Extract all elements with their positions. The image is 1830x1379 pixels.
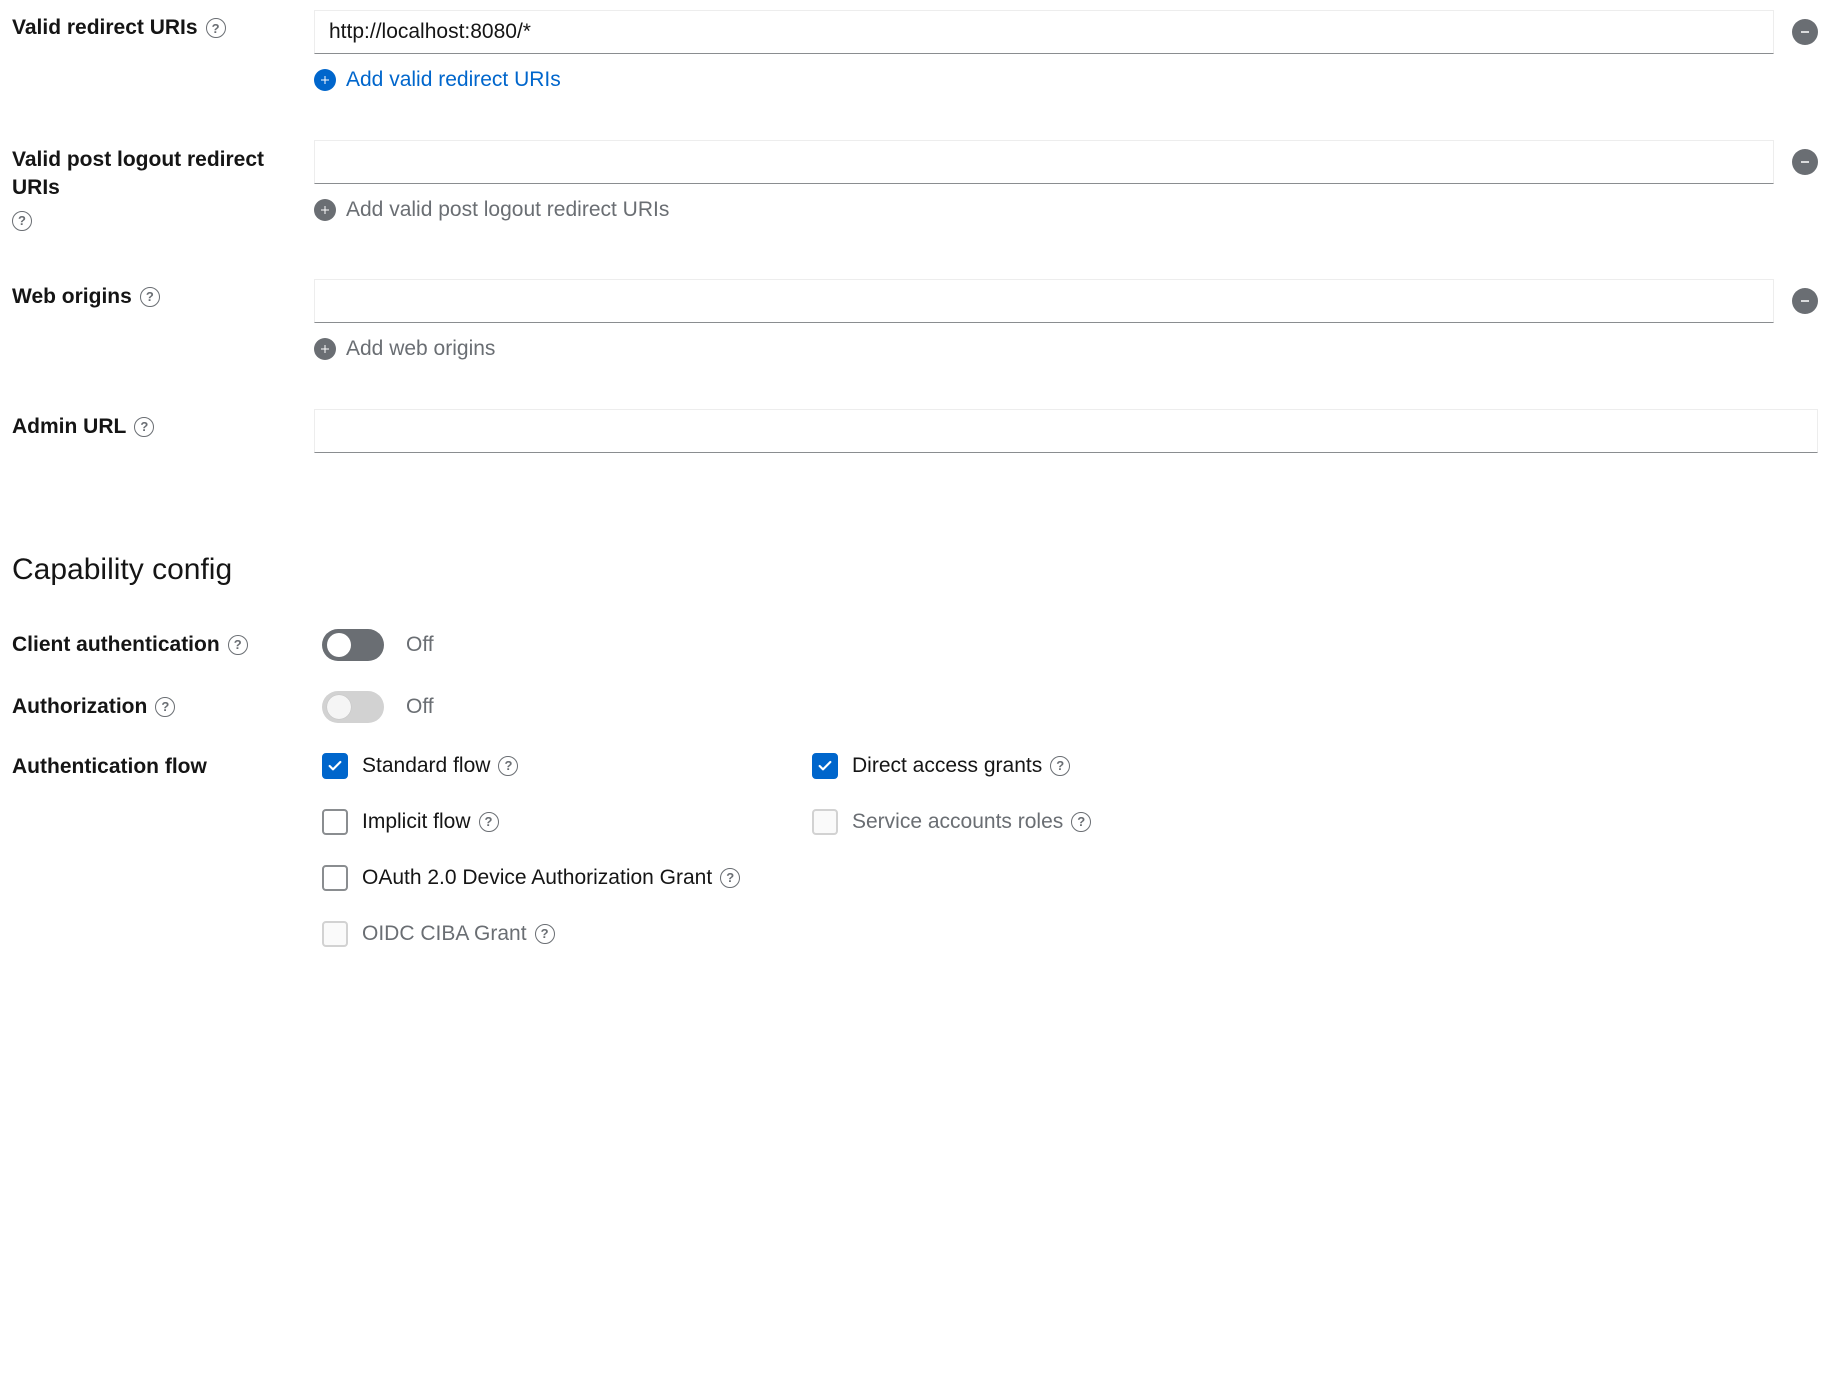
label-text: Direct access grants bbox=[852, 754, 1042, 778]
flow-label: Standard flow bbox=[362, 754, 518, 778]
switch-knob bbox=[327, 633, 351, 657]
minus-icon bbox=[1799, 26, 1811, 38]
help-icon[interactable] bbox=[720, 868, 740, 888]
authorization-row: Authorization Off bbox=[12, 691, 1818, 723]
add-valid-redirect-uris-button[interactable]: Add valid redirect URIs bbox=[314, 68, 1818, 92]
direct-access-grants-checkbox[interactable] bbox=[812, 753, 838, 779]
service-accounts-roles-checkbox bbox=[812, 809, 838, 835]
remove-post-logout-uri-button[interactable] bbox=[1792, 149, 1818, 175]
implicit-flow-option: Implicit flow bbox=[322, 809, 812, 835]
help-icon[interactable] bbox=[535, 924, 555, 944]
input-line bbox=[314, 140, 1818, 184]
input-col: Add web origins bbox=[314, 279, 1818, 361]
web-origins-input[interactable] bbox=[314, 279, 1774, 323]
plus-circle-icon bbox=[314, 338, 336, 360]
label-web-origins: Web origins bbox=[12, 279, 314, 309]
add-valid-post-logout-redirect-uris-button[interactable]: Add valid post logout redirect URIs bbox=[314, 198, 1818, 222]
flow-label: Direct access grants bbox=[852, 754, 1070, 778]
valid-redirect-uris-input[interactable] bbox=[314, 10, 1774, 54]
input-line bbox=[314, 10, 1818, 54]
help-icon[interactable] bbox=[140, 287, 160, 307]
flow-label: OAuth 2.0 Device Authorization Grant bbox=[362, 866, 740, 890]
implicit-flow-checkbox[interactable] bbox=[322, 809, 348, 835]
check-icon bbox=[817, 758, 833, 774]
label-text: Implicit flow bbox=[362, 810, 471, 834]
input-col bbox=[314, 409, 1818, 453]
label-text: Service accounts roles bbox=[852, 810, 1063, 834]
help-icon[interactable] bbox=[206, 18, 226, 38]
oauth-device-auth-grant-option: OAuth 2.0 Device Authorization Grant bbox=[322, 865, 1091, 891]
label-valid-redirect-uris: Valid redirect URIs bbox=[12, 10, 314, 40]
check-icon bbox=[327, 758, 343, 774]
plus-circle-icon bbox=[314, 69, 336, 91]
valid-post-logout-redirect-uris-input[interactable] bbox=[314, 140, 1774, 184]
minus-icon bbox=[1799, 156, 1811, 168]
add-web-origins-button[interactable]: Add web origins bbox=[314, 337, 1818, 361]
label-text: OAuth 2.0 Device Authorization Grant bbox=[362, 866, 712, 890]
label-text: Web origins bbox=[12, 285, 132, 309]
direct-access-grants-option: Direct access grants bbox=[812, 753, 1091, 779]
minus-icon bbox=[1799, 295, 1811, 307]
label-text: Standard flow bbox=[362, 754, 490, 778]
switch-knob bbox=[327, 695, 351, 719]
standard-flow-option: Standard flow bbox=[322, 753, 812, 779]
oidc-ciba-grant-option: OIDC CIBA Grant bbox=[322, 921, 1091, 947]
help-icon[interactable] bbox=[134, 417, 154, 437]
remove-web-origin-button[interactable] bbox=[1792, 288, 1818, 314]
authorization-label: Authorization bbox=[12, 695, 322, 719]
flow-label: OIDC CIBA Grant bbox=[362, 922, 555, 946]
label-text: OIDC CIBA Grant bbox=[362, 922, 527, 946]
flow-label: Implicit flow bbox=[362, 810, 499, 834]
admin-url-input[interactable] bbox=[314, 409, 1818, 453]
flow-label: Service accounts roles bbox=[852, 810, 1091, 834]
help-icon[interactable] bbox=[1050, 756, 1070, 776]
switch-state-text: Off bbox=[406, 695, 434, 719]
add-label: Add valid post logout redirect URIs bbox=[346, 198, 669, 222]
input-col: Add valid redirect URIs bbox=[314, 10, 1818, 92]
label-valid-post-logout-redirect-uris: Valid post logout redirect URIs bbox=[12, 140, 314, 231]
standard-flow-checkbox[interactable] bbox=[322, 753, 348, 779]
client-authentication-toggle[interactable] bbox=[322, 629, 384, 661]
help-icon[interactable] bbox=[498, 756, 518, 776]
authentication-flow-label: Authentication flow bbox=[12, 753, 322, 779]
client-authentication-row: Client authentication Off bbox=[12, 629, 1818, 661]
oidc-ciba-grant-checkbox bbox=[322, 921, 348, 947]
help-icon[interactable] bbox=[12, 211, 32, 231]
service-accounts-roles-option: Service accounts roles bbox=[812, 809, 1091, 835]
field-admin-url: Admin URL bbox=[12, 409, 1818, 453]
client-authentication-label: Client authentication bbox=[12, 633, 322, 657]
remove-redirect-uri-button[interactable] bbox=[1792, 19, 1818, 45]
capability-config-heading: Capability config bbox=[12, 553, 1818, 587]
field-valid-post-logout-redirect-uris: Valid post logout redirect URIs Add vali… bbox=[12, 140, 1818, 231]
input-line bbox=[314, 279, 1818, 323]
help-icon[interactable] bbox=[1071, 812, 1091, 832]
label-text: Valid post logout redirect URIs bbox=[12, 146, 314, 203]
help-icon[interactable] bbox=[155, 697, 175, 717]
add-label: Add valid redirect URIs bbox=[346, 68, 561, 92]
authorization-toggle[interactable] bbox=[322, 691, 384, 723]
plus-circle-icon bbox=[314, 199, 336, 221]
help-icon[interactable] bbox=[228, 635, 248, 655]
label-text: Client authentication bbox=[12, 633, 220, 657]
label-text: Authorization bbox=[12, 695, 147, 719]
help-icon[interactable] bbox=[479, 812, 499, 832]
label-text: Admin URL bbox=[12, 415, 126, 439]
field-valid-redirect-uris: Valid redirect URIs Add valid redirect U… bbox=[12, 10, 1818, 92]
field-web-origins: Web origins Add web origins bbox=[12, 279, 1818, 361]
authentication-flow-row: Authentication flow Standard flow Direct… bbox=[12, 753, 1818, 947]
label-text: Valid redirect URIs bbox=[12, 16, 198, 40]
input-col: Add valid post logout redirect URIs bbox=[314, 140, 1818, 222]
add-label: Add web origins bbox=[346, 337, 495, 361]
label-admin-url: Admin URL bbox=[12, 409, 314, 439]
oauth-device-auth-grant-checkbox[interactable] bbox=[322, 865, 348, 891]
switch-state-text: Off bbox=[406, 633, 434, 657]
authentication-flow-grid: Standard flow Direct access grants Impli… bbox=[322, 753, 1091, 947]
